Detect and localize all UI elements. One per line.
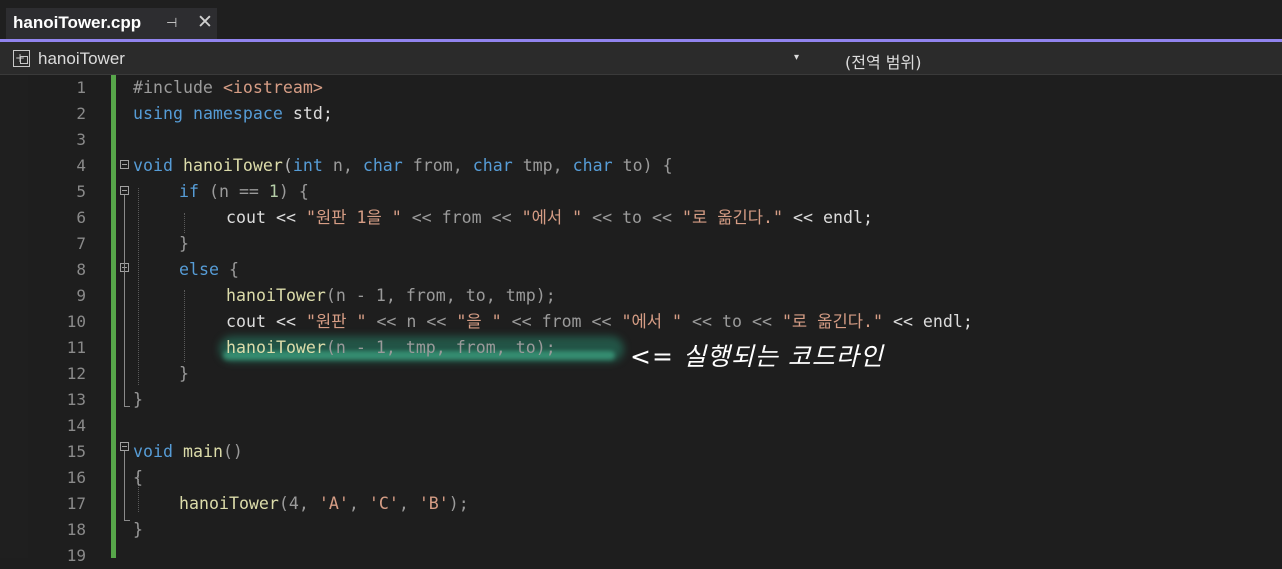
fold-toggle-hanoitower[interactable]	[120, 160, 129, 169]
line-number: 3	[76, 130, 86, 149]
indent-guide	[138, 188, 139, 385]
fold-toggle-if[interactable]	[120, 186, 129, 195]
code-line-12: }	[179, 364, 189, 383]
tab-strip: hanoiTower.cpp ⊣ ✕	[0, 0, 1282, 42]
line-number: 12	[66, 364, 86, 383]
tab-hanoitower-cpp[interactable]: hanoiTower.cpp ⊣ ✕	[6, 8, 217, 40]
line-number: 15	[66, 442, 86, 461]
indent-guide	[184, 290, 185, 362]
line-number: 11	[66, 338, 86, 357]
code-line-15: void main()	[133, 442, 243, 461]
line-number: 8	[76, 260, 86, 279]
code-line-11: hanoiTower(n - 1, tmp, from, to);	[226, 338, 556, 357]
code-line-17: hanoiTower(4, 'A', 'C', 'B');	[179, 494, 469, 513]
line-number: 5	[76, 182, 86, 201]
line-number: 9	[76, 286, 86, 305]
handwritten-annotation: <= 실행되는 코드라인	[630, 342, 884, 371]
code-line-2: using namespace std;	[133, 104, 333, 123]
chevron-down-icon[interactable]: ▾	[794, 52, 799, 63]
pin-icon[interactable]: ⊣	[166, 16, 177, 31]
code-line-6: cout << "원판 1을 " << from << "에서 " << to …	[226, 208, 873, 227]
line-number: 1	[76, 78, 86, 97]
tab-title: hanoiTower.cpp	[13, 13, 142, 32]
line-number: 6	[76, 208, 86, 227]
line-number: 10	[66, 312, 86, 331]
close-icon[interactable]: ✕	[197, 11, 213, 33]
fold-line	[124, 451, 125, 521]
class-icon: +	[13, 50, 30, 67]
fold-toggle-main[interactable]	[120, 442, 129, 451]
class-dropdown-value: hanoiTower	[38, 49, 125, 68]
line-number: 2	[76, 104, 86, 123]
code-line-1: #include <iostream>	[133, 78, 323, 97]
line-number: 18	[66, 520, 86, 539]
line-number: 19	[66, 546, 86, 565]
code-line-16: {	[133, 468, 143, 487]
code-line-9: hanoiTower(n - 1, from, to, tmp);	[226, 286, 556, 305]
fold-line	[124, 195, 125, 407]
code-line-13: }	[133, 390, 143, 409]
code-line-8: else {	[179, 260, 239, 279]
code-line-18: }	[133, 520, 143, 539]
line-number: 4	[76, 156, 86, 175]
scope-dropdown[interactable]: (전역 범위)	[845, 49, 921, 73]
line-number: 16	[66, 468, 86, 487]
line-number: 14	[66, 416, 86, 435]
code-editor[interactable]: 1 2 3 4 5 6 7 8 9 10 11 12 13 14 15 16 17 18 19 #include <…	[0, 75, 1282, 565]
code-line-7: }	[179, 234, 189, 253]
fold-end	[124, 520, 130, 521]
change-tracking-bar	[111, 75, 116, 558]
navigation-bar: + hanoiTower ▾ (전역 범위)	[0, 42, 1282, 75]
code-line-4: void hanoiTower(int n, char from, char t…	[133, 156, 673, 175]
fold-end	[124, 406, 130, 407]
code-line-10: cout << "원판 " << n << "을 " << from << "에…	[226, 312, 973, 331]
code-line-5: if (n == 1) {	[179, 182, 309, 201]
line-number: 7	[76, 234, 86, 253]
line-number: 13	[66, 390, 86, 409]
line-number: 17	[66, 494, 86, 513]
class-dropdown[interactable]: + hanoiTower ▾	[9, 45, 812, 72]
indent-guide	[184, 213, 185, 233]
editor-margin	[0, 75, 28, 558]
